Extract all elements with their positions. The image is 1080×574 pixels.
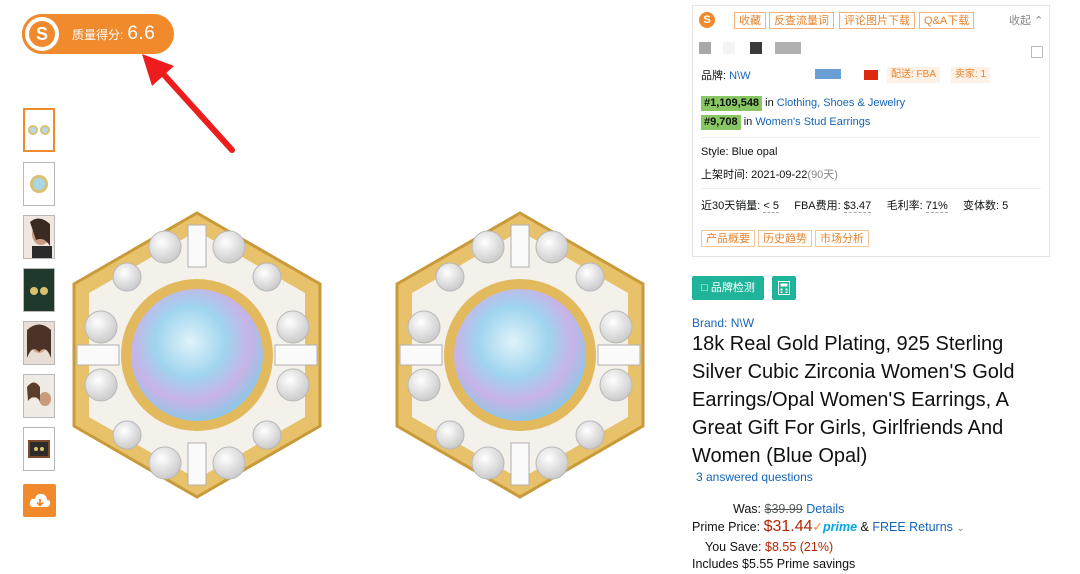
qa-download-button[interactable]: Q&A下载	[919, 12, 975, 29]
margin-label: 毛利率:	[886, 200, 923, 212]
rank-badge: #1,109,548	[701, 96, 763, 111]
prime-savings-text: Includes $5.55 Prime savings	[692, 557, 856, 571]
free-returns-link[interactable]: FREE Returns	[872, 520, 953, 534]
sellersprite-logo-icon: S	[22, 14, 62, 54]
tab-market-analysis[interactable]: 市场分析	[815, 230, 869, 247]
quality-score-badge[interactable]: S 质量得分: 6.6	[22, 14, 174, 54]
collapse-toggle[interactable]: 收起 ⌃	[1009, 12, 1043, 28]
rank-category-link[interactable]: Clothing, Shoes & Jewelry	[777, 97, 905, 109]
sales-value: < 5	[763, 200, 779, 213]
seller-count-tag: 卖家: 1	[951, 67, 991, 83]
listed-days: (90天)	[807, 169, 838, 181]
brand-check-button[interactable]: □ 品牌检测	[692, 276, 764, 300]
thumb-model-group[interactable]	[23, 374, 55, 418]
divider	[701, 137, 1041, 138]
prime-price-label: Prime Price:	[692, 520, 761, 534]
panel-logo-icon: S	[699, 12, 715, 28]
metrics-row: 近30天销量: < 5 FBA费用: $3.47 毛利率: 71% 变体数: 5	[701, 197, 1008, 213]
you-save-label: You Save:	[705, 540, 762, 554]
quality-score-value: 6.6	[127, 23, 156, 44]
rank-in-label: in	[743, 116, 753, 128]
chevron-down-icon[interactable]: ⌄	[956, 523, 964, 534]
reverse-keyword-button[interactable]: 反查流量词	[769, 12, 834, 29]
brand-store-link[interactable]: Brand: N\W	[692, 316, 754, 330]
fba-label: FBA费用:	[794, 200, 841, 212]
calculator-icon	[778, 281, 790, 295]
rank-category-link[interactable]: Women's Stud Earrings	[755, 116, 870, 128]
variants-label: 变体数:	[963, 200, 1000, 212]
brand-color-bar	[815, 69, 841, 79]
sales-label: 近30天销量:	[701, 200, 761, 212]
calculator-button[interactable]	[772, 276, 796, 300]
prime-logo-icon: ✓prime	[812, 520, 858, 534]
brand-check-label: 品牌检测	[710, 282, 755, 294]
color-swatch[interactable]	[750, 42, 762, 54]
product-info-panel: S 收藏 反查流量词 评论图片下载 Q&A下载 收起 ⌃ 品牌: N\W 配送:…	[692, 5, 1050, 257]
tab-product-overview[interactable]: 产品概要	[701, 230, 755, 247]
rank-in-label: in	[765, 97, 774, 109]
product-title: 18k Real Gold Plating, 925 Sterling Silv…	[692, 333, 1015, 467]
thumb-earrings-pair[interactable]	[23, 108, 55, 152]
expand-icon[interactable]	[1031, 46, 1043, 58]
main-product-image	[72, 211, 645, 499]
review-image-download-button[interactable]: 评论图片下载	[839, 12, 915, 29]
divider	[701, 188, 1041, 189]
brand-link[interactable]: N\W	[729, 70, 750, 82]
collapse-label: 收起	[1009, 15, 1031, 27]
listed-row: 上架时间: 2021-09-22(90天)	[701, 166, 838, 182]
thumb-earring-closeup[interactable]	[23, 162, 55, 206]
answered-questions-link[interactable]: 3 answered questions	[696, 470, 813, 484]
rank-row-2: #9,708 in Women's Stud Earrings	[701, 115, 870, 130]
color-swatch[interactable]	[775, 42, 801, 54]
variants-value: 5	[1002, 200, 1009, 212]
style-text: Style: Blue opal	[701, 146, 778, 158]
fba-value: $3.47	[843, 200, 872, 213]
was-price-row: Was: $39.99 Details	[733, 502, 844, 516]
details-link[interactable]: Details	[806, 502, 844, 516]
amp-text: &	[860, 520, 869, 534]
thumb-model-face[interactable]	[23, 321, 55, 365]
you-save-value: $8.55 (21%)	[765, 540, 834, 554]
quality-score-label: 质量得分:	[72, 27, 124, 42]
color-swatch[interactable]	[723, 42, 735, 54]
fulfillment-tag: 配送: FBA	[887, 67, 941, 83]
color-swatch[interactable]	[699, 42, 711, 54]
brand-label: 品牌:	[701, 70, 727, 82]
rank-row-1: #1,109,548 in Clothing, Shoes & Jewelry	[701, 96, 905, 111]
rank-badge: #9,708	[701, 115, 741, 130]
was-price: $39.99	[764, 502, 803, 516]
brand-row: 品牌: N\W	[701, 67, 751, 83]
you-save-row: You Save: $8.55 (21%)	[705, 540, 833, 554]
margin-value: 71%	[925, 200, 948, 213]
was-label: Was:	[733, 502, 762, 516]
prime-price: $31.44	[763, 518, 813, 535]
image-download-button[interactable]	[23, 484, 56, 517]
favorite-button[interactable]: 收藏	[734, 12, 766, 29]
listed-label: 上架时间:	[701, 169, 749, 181]
thumb-earrings-dark[interactable]	[23, 268, 55, 312]
thumb-gift-box[interactable]	[23, 427, 55, 471]
check-icon: □	[701, 282, 708, 294]
tab-history-trend[interactable]: 历史趋势	[758, 230, 812, 247]
china-flag-icon	[864, 70, 878, 80]
red-arrow-icon	[142, 54, 235, 153]
cloud-download-icon	[29, 493, 50, 507]
listed-date: 2021-09-22	[751, 169, 808, 181]
prime-price-row: Prime Price: $31.44✓prime & FREE Returns…	[692, 518, 965, 536]
chevron-up-icon: ⌃	[1034, 15, 1044, 27]
thumb-model-side[interactable]	[23, 215, 55, 259]
